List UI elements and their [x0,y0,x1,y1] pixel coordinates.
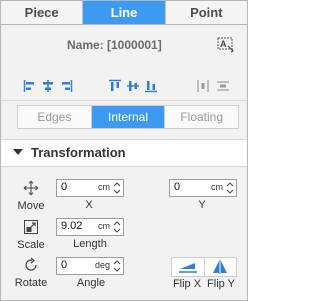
length-input[interactable]: 9.02 cm [56,218,124,236]
angle-input[interactable]: 0 deg [56,257,124,275]
move-icon [23,180,39,196]
tab-internal[interactable]: Internal [91,106,166,128]
move-x-value: 0 [61,181,68,193]
align-top-icon[interactable] [108,79,122,93]
rotate-label: Rotate [14,277,48,289]
spinner-arrows-icon[interactable] [226,181,234,195]
y-axis-label: Y [198,199,206,211]
section-title: Transformation [31,145,126,160]
distribute-horizontal-icon[interactable] [196,79,210,93]
tab-edges[interactable]: Edges [18,106,92,128]
rename-icon[interactable]: A [217,37,235,53]
align-middle-vertical-icon[interactable] [126,79,140,93]
alignment-toolbar [1,77,247,97]
tab-line[interactable]: Line [83,1,166,24]
move-label: Move [17,200,45,212]
angle-unit: deg [94,260,110,270]
flip-button-group [171,257,237,277]
move-x-input[interactable]: 0 cm [56,179,124,197]
flip-y-button[interactable] [205,258,237,276]
move-x-unit: cm [98,182,110,192]
divider [1,100,247,101]
move-y-input[interactable]: 0 cm [169,179,237,197]
length-label: Length [73,238,107,250]
align-right-icon[interactable] [59,79,73,93]
tab-point[interactable]: Point [166,1,247,24]
align-left-icon[interactable] [23,79,37,93]
align-bottom-icon[interactable] [144,79,158,93]
move-y-unit: cm [211,182,223,192]
tab-floating[interactable]: Floating [165,106,238,128]
move-y-value: 0 [174,181,181,193]
line-type-tabs: Edges Internal Floating [17,105,239,129]
transformation-section-header[interactable]: Transformation [1,139,247,167]
name-row: Name: [1000001] A [1,34,247,56]
flip-x-label: Flip X [172,278,202,290]
angle-label: Angle [76,277,106,289]
rotate-icon [25,257,37,271]
flip-y-label: Flip Y [207,278,235,290]
distribute-vertical-icon[interactable] [216,79,230,93]
scale-icon [24,220,38,234]
scale-label: Scale [17,239,45,251]
angle-value: 0 [61,259,68,271]
svg-text:A: A [220,39,227,49]
spinner-arrows-icon[interactable] [113,181,121,195]
top-tab-bar: Piece Line Point [1,1,247,25]
align-center-horizontal-icon[interactable] [41,79,55,93]
collapse-arrow-icon [13,149,23,155]
flip-x-icon [178,263,197,273]
line-properties-panel: Piece Line Point Name: [1000001] A Edges… [0,0,248,301]
length-unit: cm [98,221,110,231]
flip-x-button[interactable] [172,258,205,276]
x-axis-label: X [85,199,93,211]
name-label: Name: [1000001] [67,38,162,52]
flip-y-icon [213,260,228,274]
length-value: 9.02 [61,220,83,232]
spinner-arrows-icon[interactable] [113,220,121,234]
tab-piece[interactable]: Piece [1,1,84,24]
spinner-arrows-icon[interactable] [113,259,121,273]
